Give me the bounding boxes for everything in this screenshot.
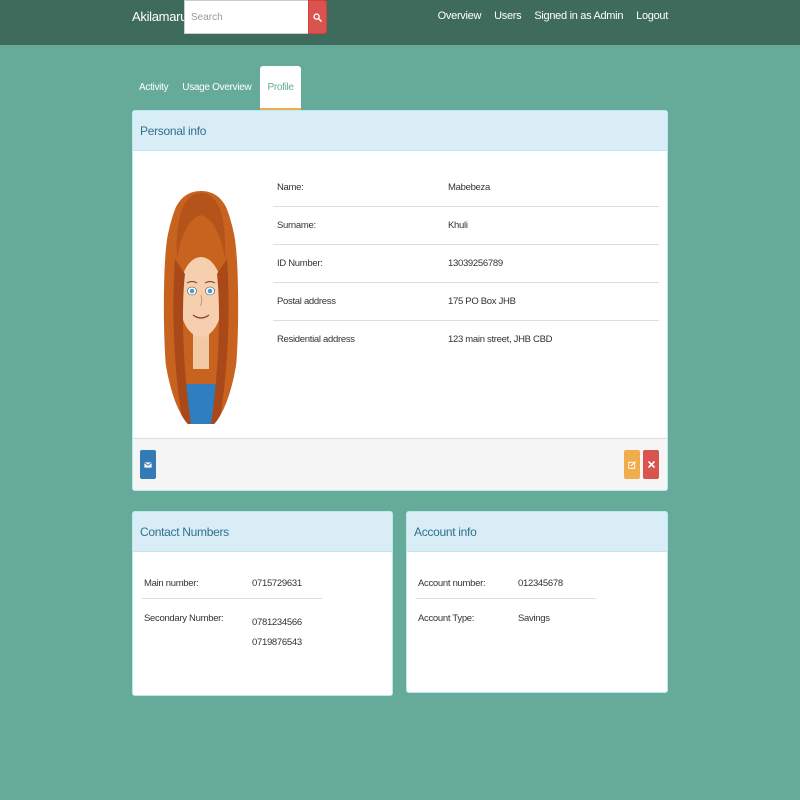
table-row: Postal address 175 PO Box JHB bbox=[273, 282, 659, 321]
nav-users[interactable]: Users bbox=[494, 10, 522, 22]
table-row: ID Number: 13039256789 bbox=[273, 244, 659, 283]
search-icon bbox=[313, 12, 322, 22]
field-value: 012345678 bbox=[516, 568, 596, 599]
phone-number: 0719876543 bbox=[252, 637, 302, 648]
personal-info-footer bbox=[133, 438, 667, 490]
table-row: Account Type: Savings bbox=[416, 599, 596, 634]
field-label: Surname: bbox=[273, 206, 444, 245]
top-navbar: Akilamaru Overview Users Signed in as Ad… bbox=[0, 0, 800, 45]
table-row: Account number: 012345678 bbox=[416, 568, 596, 599]
personal-info-panel: Personal info Name: Mabebeza Surname: Kh… bbox=[132, 110, 668, 491]
account-info-panel: Account info Account number: 012345678 A… bbox=[406, 511, 668, 693]
search-button[interactable] bbox=[308, 0, 327, 34]
brand-logo[interactable]: Akilamaru bbox=[132, 9, 187, 24]
tab-activity[interactable]: Activity bbox=[132, 66, 175, 110]
navbar-links: Overview Users Signed in as Admin Logout bbox=[425, 10, 669, 22]
table-row: Name: Mabebeza bbox=[273, 169, 659, 207]
tab-usage-overview[interactable]: Usage Overview bbox=[175, 66, 258, 110]
tab-profile[interactable]: Profile bbox=[260, 66, 301, 110]
field-value-list: 0781234566 0719876543 bbox=[250, 599, 322, 663]
field-label: Residential address bbox=[277, 334, 355, 345]
search-input[interactable] bbox=[184, 0, 308, 34]
nav-overview[interactable]: Overview bbox=[438, 10, 482, 22]
edit-button[interactable] bbox=[624, 450, 640, 479]
account-info-table: Account number: 012345678 Account Type: … bbox=[416, 568, 596, 633]
field-label: Account Type: bbox=[418, 613, 475, 624]
nav-signed-in-user[interactable]: Signed in as Admin bbox=[534, 10, 623, 22]
account-info-heading: Account info bbox=[407, 512, 667, 552]
field-value: Mabebeza bbox=[444, 169, 659, 207]
field-value: 13039256789 bbox=[444, 244, 659, 283]
field-label: Secondary Number: bbox=[144, 613, 224, 624]
envelope-icon bbox=[144, 461, 152, 468]
field-value: 0715729631 bbox=[250, 568, 322, 599]
table-row: Main number: 0715729631 bbox=[142, 568, 322, 599]
field-value: 123 main street, JHB CBD bbox=[448, 334, 553, 345]
nav-logout[interactable]: Logout bbox=[636, 10, 668, 22]
contact-numbers-panel: Contact Numbers Main number: 0715729631 … bbox=[132, 511, 393, 696]
table-row: Surname: Khuli bbox=[273, 206, 659, 245]
remove-icon bbox=[647, 461, 655, 468]
field-value: 175 PO Box JHB bbox=[444, 282, 659, 321]
field-value: Khuli bbox=[444, 206, 659, 245]
edit-icon bbox=[628, 460, 636, 469]
field-label: Postal address bbox=[273, 282, 444, 321]
field-label: Main number: bbox=[142, 568, 250, 599]
personal-info-table: Name: Mabebeza Surname: Khuli ID Number:… bbox=[273, 169, 659, 358]
table-row: Residential address 123 main street, JHB… bbox=[273, 321, 659, 359]
delete-button[interactable] bbox=[643, 450, 659, 479]
field-label: Account number: bbox=[416, 568, 516, 599]
avatar bbox=[161, 179, 241, 424]
message-button[interactable] bbox=[140, 450, 156, 479]
contact-numbers-heading: Contact Numbers bbox=[133, 512, 392, 552]
profile-tabs: Activity Usage Overview Profile bbox=[132, 66, 301, 110]
table-row: Secondary Number: 0781234566 0719876543 bbox=[142, 599, 322, 663]
field-value: Savings bbox=[518, 613, 550, 624]
personal-info-heading: Personal info bbox=[133, 111, 667, 151]
contact-numbers-table: Main number: 0715729631 Secondary Number… bbox=[142, 568, 322, 662]
field-label: Name: bbox=[273, 169, 444, 207]
phone-number: 0781234566 bbox=[252, 617, 302, 628]
field-label: ID Number: bbox=[273, 244, 444, 283]
